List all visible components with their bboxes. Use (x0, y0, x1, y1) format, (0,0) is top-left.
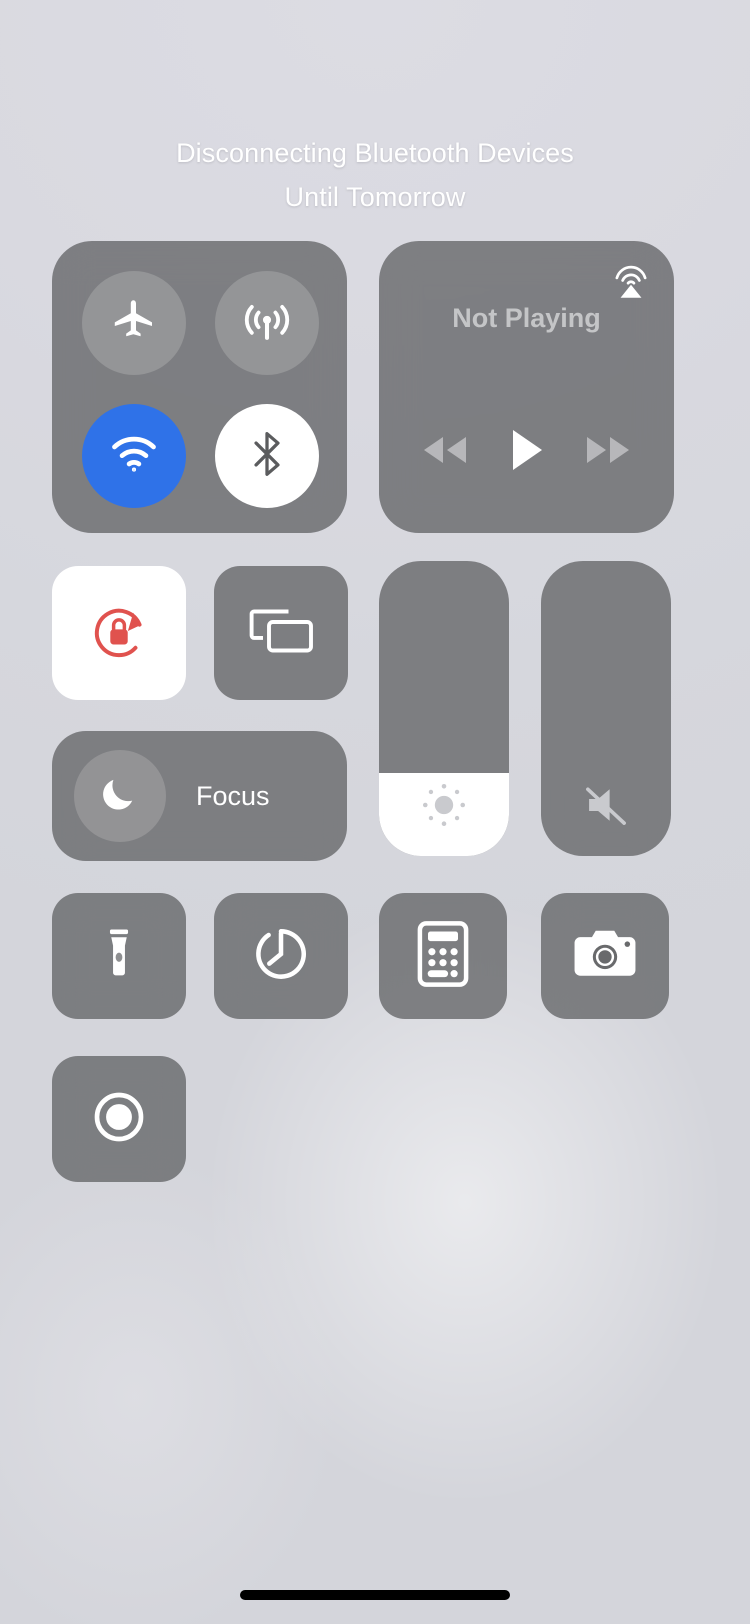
media-transport-controls[interactable] (379, 427, 674, 473)
volume-slider[interactable] (541, 561, 671, 856)
screen-mirroring-icon (245, 601, 317, 666)
rotation-lock-icon (81, 593, 157, 674)
rotation-lock-button[interactable] (52, 566, 186, 700)
moon-icon (97, 771, 143, 822)
brightness-icon (415, 776, 473, 834)
now-playing-module[interactable]: Not Playing (379, 241, 674, 533)
rewind-button[interactable] (418, 433, 472, 467)
brightness-slider[interactable] (379, 561, 509, 856)
home-indicator[interactable] (240, 1590, 510, 1600)
bluetooth-status-banner: Disconnecting Bluetooth Devices Until To… (0, 131, 750, 219)
cellular-antenna-icon (240, 294, 294, 353)
focus-button[interactable]: Focus (52, 731, 347, 861)
camera-button[interactable] (541, 893, 669, 1019)
play-button[interactable] (506, 427, 546, 473)
camera-icon (570, 925, 640, 988)
volume-muted-icon (577, 776, 635, 834)
wifi-icon (108, 428, 160, 485)
cellular-data-button[interactable] (215, 271, 319, 375)
wifi-button[interactable] (82, 404, 186, 508)
connectivity-module[interactable] (52, 241, 347, 533)
airplay-icon[interactable] (608, 257, 654, 303)
airplane-mode-button[interactable] (82, 271, 186, 375)
timer-icon (248, 921, 314, 992)
focus-label: Focus (196, 780, 270, 811)
fast-forward-button[interactable] (581, 433, 635, 467)
calculator-button[interactable] (379, 893, 507, 1019)
bluetooth-icon (242, 429, 292, 484)
calculator-icon (415, 920, 471, 992)
now-playing-label: Not Playing (452, 303, 601, 333)
bluetooth-button[interactable] (215, 404, 319, 508)
flashlight-icon (88, 923, 150, 990)
screen-mirroring-button[interactable] (214, 566, 348, 700)
banner-line-1: Disconnecting Bluetooth Devices (176, 138, 574, 168)
screen-record-icon (86, 1084, 152, 1155)
focus-icon-circle (74, 750, 166, 842)
screen-recording-button[interactable] (52, 1056, 186, 1182)
timer-button[interactable] (214, 893, 348, 1019)
banner-line-2: Until Tomorrow (284, 182, 466, 212)
airplane-icon (110, 297, 158, 350)
flashlight-button[interactable] (52, 893, 186, 1019)
